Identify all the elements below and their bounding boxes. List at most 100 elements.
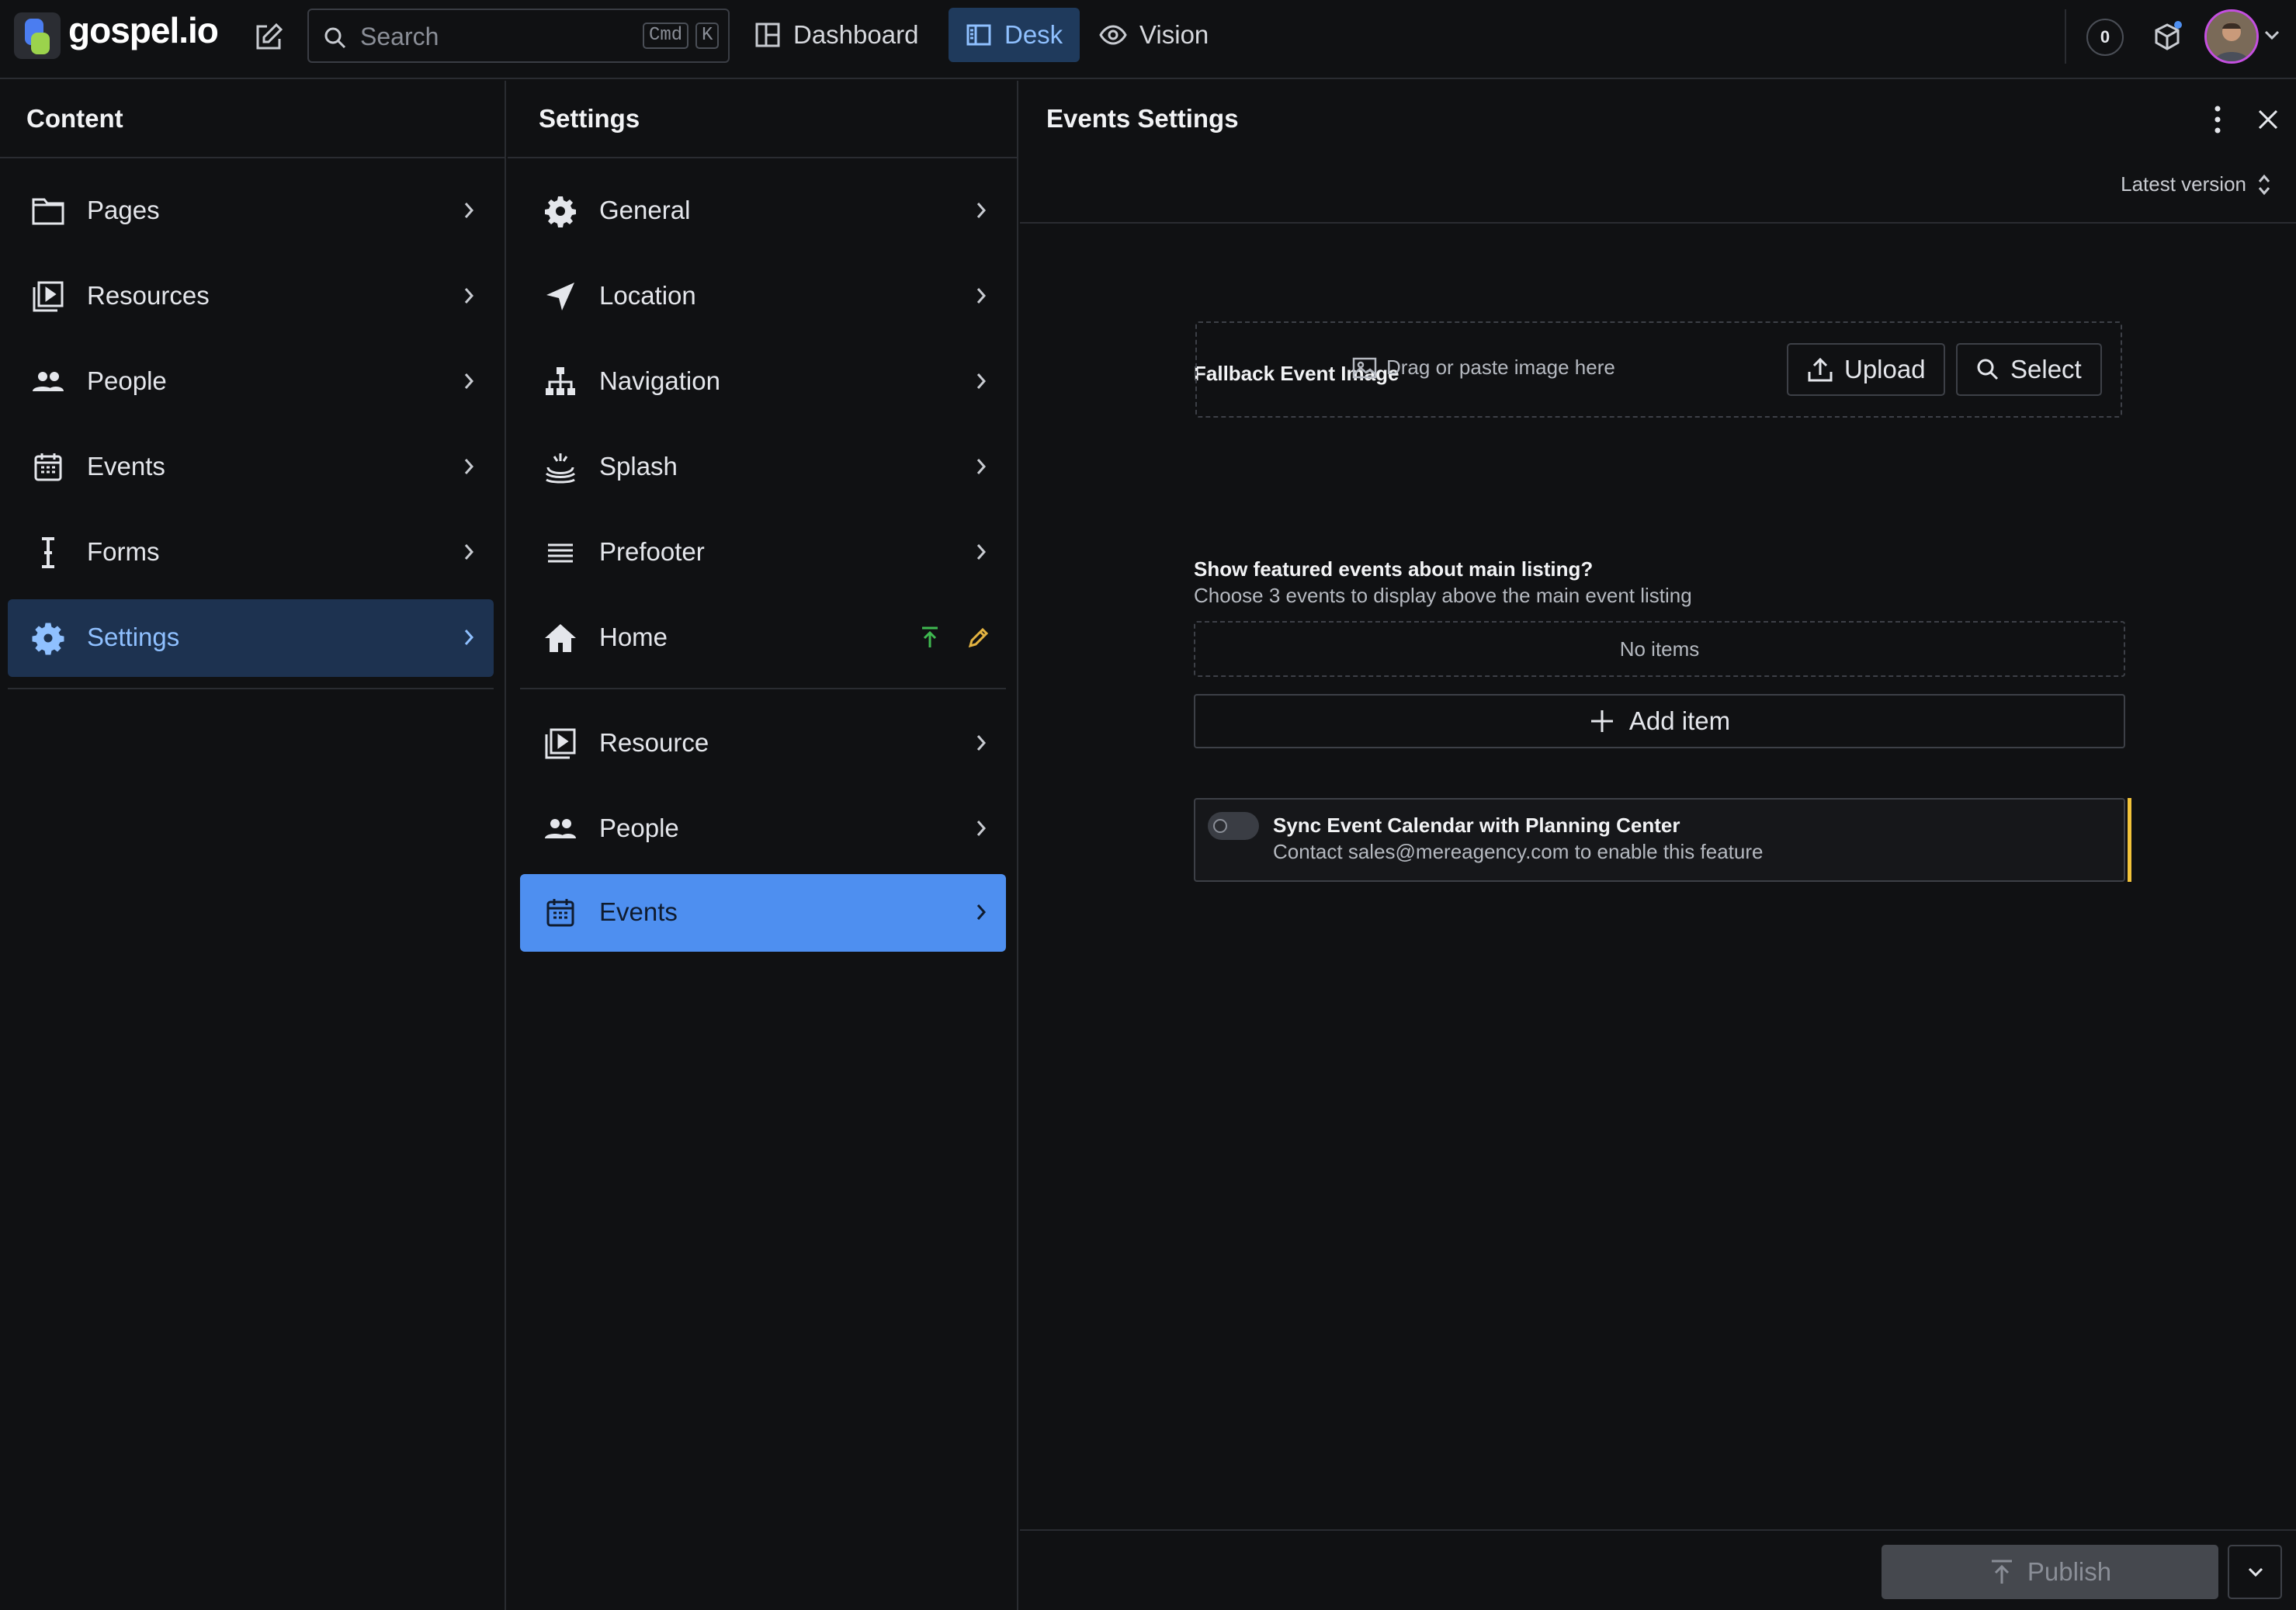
pane-title: Settings: [539, 104, 640, 133]
add-item-button[interactable]: Add item: [1194, 694, 2125, 748]
compose-icon[interactable]: [250, 19, 287, 56]
close-icon[interactable]: [2256, 107, 2280, 132]
settings-item-label: Events: [599, 897, 678, 926]
settings-pane: Settings General Location Navigation Spl…: [508, 81, 1018, 1610]
publish-menu-button[interactable]: [2228, 1545, 2282, 1599]
warning-accent-bar: [2128, 798, 2131, 882]
cube-icon[interactable]: [2147, 17, 2187, 57]
chevron-right-icon: [975, 286, 987, 306]
content-item-settings[interactable]: Settings: [8, 599, 494, 677]
chevron-right-icon: [975, 371, 987, 391]
avatar[interactable]: [2204, 9, 2259, 64]
tab-vision[interactable]: Vision: [1082, 8, 1226, 62]
select-label: Select: [2010, 355, 2082, 383]
divider: [520, 688, 1006, 689]
publish-button[interactable]: Publish: [1882, 1545, 2218, 1599]
settings-item-resource[interactable]: Resource: [520, 705, 1006, 782]
calendar-icon: [31, 450, 65, 484]
chevron-right-icon: [463, 200, 475, 220]
chevron-right-icon: [975, 902, 987, 922]
content-item-pages[interactable]: Pages: [8, 172, 494, 250]
search-bar[interactable]: Cmd K: [307, 9, 730, 63]
settings-item-label: Splash: [599, 452, 678, 481]
settings-item-label: Navigation: [599, 366, 720, 395]
notification-count-badge[interactable]: 0: [2086, 19, 2124, 56]
publish-icon: [1989, 1559, 2015, 1585]
brand-logo[interactable]: [14, 12, 61, 59]
brand-name[interactable]: gospel.io: [68, 9, 219, 51]
settings-item-label: Prefooter: [599, 537, 705, 566]
content-item-label: Resources: [87, 281, 210, 310]
content-item-people[interactable]: People: [8, 343, 494, 421]
content-item-events[interactable]: Events: [8, 429, 494, 506]
divider: [1020, 1529, 2296, 1531]
content-item-label: Pages: [87, 196, 160, 224]
location-arrow-icon: [543, 279, 577, 314]
document-pane: Events Settings Latest version Fallback …: [1020, 81, 2296, 1610]
publish-label: Publish: [2027, 1557, 2112, 1586]
chevron-down-icon[interactable]: [2263, 29, 2280, 40]
shortcut-cmd: Cmd: [643, 23, 689, 49]
empty-list: No items: [1194, 621, 2125, 677]
dropzone-hint-text: Drag or paste image here: [1386, 356, 1615, 379]
content-item-label: Events: [87, 452, 165, 481]
settings-item-label: People: [599, 814, 679, 842]
people-icon: [543, 812, 577, 846]
content-item-label: Settings: [87, 623, 180, 651]
chevron-right-icon: [463, 456, 475, 477]
shortcut-key: K: [695, 23, 720, 49]
settings-item-label: Resource: [599, 728, 709, 757]
folder-icon: [31, 194, 65, 228]
settings-item-prefooter[interactable]: Prefooter: [520, 514, 1006, 592]
version-selector[interactable]: Latest version: [2121, 172, 2271, 196]
tab-label: Vision: [1139, 20, 1209, 49]
chevron-right-icon: [463, 542, 475, 562]
settings-item-splash[interactable]: Splash: [520, 429, 1006, 506]
eye-icon: [1099, 22, 1127, 48]
plus-icon: [1589, 708, 1615, 734]
toggle-knob: [1213, 819, 1227, 833]
chevron-right-icon: [463, 286, 475, 306]
settings-item-label: General: [599, 196, 691, 224]
content-pane: Content Pages Resources People Events Fo: [0, 81, 506, 1610]
divider: [1020, 222, 2296, 224]
dashboard-icon: [754, 22, 781, 48]
settings-item-people[interactable]: People: [520, 790, 1006, 868]
sync-toggle[interactable]: [1208, 812, 1259, 840]
splash-icon: [543, 450, 577, 484]
upload-button[interactable]: Upload: [1787, 343, 1945, 396]
chevron-right-icon: [463, 371, 475, 391]
image-icon: [1352, 356, 1377, 380]
chevron-right-icon: [975, 733, 987, 753]
top-bar: gospel.io Cmd K Dashboard Desk: [0, 0, 2296, 79]
chevron-right-icon: [975, 456, 987, 477]
lines-icon: [543, 536, 577, 570]
version-label: Latest version: [2121, 172, 2246, 196]
settings-item-label: Location: [599, 281, 696, 310]
add-item-label: Add item: [1628, 706, 1731, 735]
more-vertical-icon[interactable]: [2214, 104, 2221, 135]
select-button[interactable]: Select: [1956, 343, 2102, 396]
dropzone-hint: Drag or paste image here: [1352, 356, 1615, 380]
sync-calendar-field: Sync Event Calendar with Planning Center…: [1194, 798, 2131, 882]
content-pane-header: Content: [0, 81, 505, 158]
home-icon: [543, 621, 577, 655]
upload-label: Upload: [1844, 355, 1926, 383]
image-dropzone[interactable]: Drag or paste image here Upload Select: [1195, 321, 2122, 418]
settings-item-general[interactable]: General: [520, 172, 1006, 250]
tab-dashboard[interactable]: Dashboard: [737, 8, 935, 62]
search-icon: [323, 26, 348, 50]
settings-item-location[interactable]: Location: [520, 258, 1006, 335]
settings-item-home[interactable]: Home: [520, 599, 1006, 677]
search-input[interactable]: [360, 19, 624, 54]
settings-item-navigation[interactable]: Navigation: [520, 343, 1006, 421]
tab-desk[interactable]: Desk: [949, 8, 1080, 62]
content-item-resources[interactable]: Resources: [8, 258, 494, 335]
published-arrow-icon: [919, 626, 941, 649]
content-item-label: People: [87, 366, 167, 395]
settings-item-events[interactable]: Events: [520, 874, 1006, 952]
content-item-forms[interactable]: Forms: [8, 514, 494, 592]
calendar-icon: [543, 896, 577, 930]
chevron-right-icon: [975, 818, 987, 838]
document-title: Events Settings: [1046, 104, 1239, 133]
